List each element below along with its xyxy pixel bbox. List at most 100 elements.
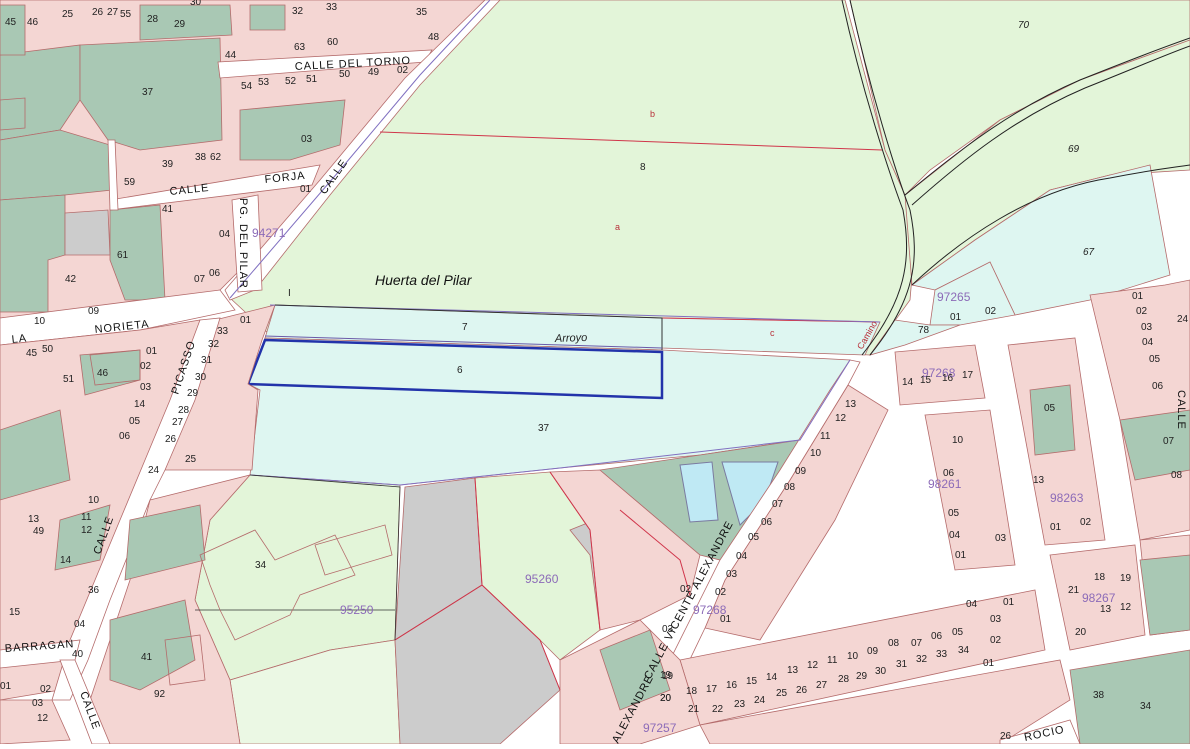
parcel-number-rightblocks: 12	[1120, 602, 1132, 613]
map-canvas: Huerta del Pilar Arroyo Camino 70 69 67 …	[0, 0, 1190, 745]
parcel-number-topleft: 38	[195, 152, 207, 163]
parcel-number-bottom_row2: 01	[983, 658, 995, 669]
parcel-number-rightblocks: 18	[1094, 572, 1106, 583]
parcel-number-leftmid: 05	[129, 416, 141, 427]
parcel-number-leftmid: 33	[217, 326, 229, 337]
parcel-number-leftmid: 14	[134, 399, 146, 410]
parcel-number-bottom_row2: 24	[754, 695, 766, 706]
parcel-78-label: 78	[918, 325, 930, 336]
roman-i-label: I	[288, 288, 291, 299]
parcel-number-bottom_row2: 33	[936, 649, 948, 660]
parcel-number-rightblocks: 06	[1152, 381, 1164, 392]
parcel-number-rightblocks: 05	[948, 508, 960, 519]
parcel-number-bottom_row2: 28	[838, 674, 850, 685]
parcel-number-topleft: 62	[210, 152, 222, 163]
parcel-number-leftmid: 01	[0, 681, 12, 692]
parcel-number-bottom_row1: 17	[706, 684, 718, 695]
parcel-number-rightblocks: 13	[1100, 604, 1112, 615]
parcel-number-topleft: 06	[209, 268, 221, 279]
street-label-la: LA	[11, 332, 28, 346]
parcel-number-along_alexandre: 08	[784, 482, 796, 493]
parcel-37-label: 37	[538, 423, 550, 434]
parcel-number-along_alexandre: 09	[795, 466, 807, 477]
parcel-number-rightblocks: 08	[1171, 470, 1183, 481]
parcel-number-bottom_right: 34	[1140, 701, 1152, 712]
parcel-number-leftmid: 31	[201, 355, 213, 366]
parcel-number-rightblocks: 16	[942, 373, 954, 384]
sub-c-label: c	[770, 328, 775, 338]
parcel-number-bottom_row1: 13	[787, 665, 799, 676]
grey-topleft[interactable]	[64, 209, 111, 256]
garden-9[interactable]	[0, 4, 26, 56]
parcel-number-leftmid: 06	[119, 431, 131, 442]
parcel-number-bottom_row1: 14	[766, 672, 778, 683]
parcel-number-along_alexandre: 13	[845, 399, 857, 410]
parcel-number-topleft: 53	[258, 77, 270, 88]
street-label-calle-right: CALLE	[1175, 390, 1187, 430]
garden-3[interactable]	[0, 129, 113, 201]
parcel-number-rightblocks: 24	[1177, 314, 1189, 325]
parcel-number-topleft: 09	[88, 306, 100, 317]
ref-98263: 98263	[1050, 491, 1084, 505]
parcel-number-leftmid: 41	[141, 652, 153, 663]
parcel-number-bottom_row2: 21	[688, 704, 700, 715]
parcel-number-topleft: 30	[190, 0, 202, 8]
parcel-number-rightblocks: 05	[1044, 403, 1056, 414]
parcel-number-along_alexandre: 10	[810, 448, 822, 459]
parcel-number-along_alexandre: 05	[748, 532, 760, 543]
parcel-number-topleft: 01	[300, 184, 312, 195]
parcel-number-topleft: 54	[241, 81, 253, 92]
ref-97257: 97257	[643, 721, 677, 735]
cadastral-map[interactable]: Huerta del Pilar Arroyo Camino 70 69 67 …	[0, 0, 1190, 745]
parcel-number-bottom_row2: 25	[776, 688, 788, 699]
garden-right-2[interactable]	[1029, 384, 1076, 456]
parcel-number-topleft: 35	[416, 7, 428, 18]
parcel-number-topleft: 33	[326, 2, 338, 13]
garden-8[interactable]	[249, 4, 286, 31]
parcel-number-small_top_right: 02	[985, 306, 997, 317]
parcel-number-topleft: 37	[142, 87, 154, 98]
parcel-number-leftmid: 03	[32, 698, 44, 709]
parcel-number-topleft: 26	[92, 7, 104, 18]
parcel-number-rightblocks: 15	[920, 375, 932, 386]
parcel-number-leftmid: 12	[37, 713, 49, 724]
parcel-number-leftmid: 36	[88, 585, 100, 596]
parcel-number-rightblocks: 19	[1120, 573, 1132, 584]
parcel-number-topleft: 52	[285, 76, 297, 87]
parcel-number-topleft: 55	[120, 9, 132, 20]
parcel-number-leftmid: 15	[9, 607, 21, 618]
ref-98261: 98261	[928, 477, 962, 491]
parcel-number-rightblocks: 01	[955, 550, 967, 561]
parcel-number-bottom_row2: 32	[916, 654, 928, 665]
sub-a-label: a	[615, 222, 620, 232]
parcel-number-bottom_row1: 06	[931, 631, 943, 642]
parcel-number-rightblocks: 04	[949, 530, 961, 541]
parcel-number-rightblocks: 01	[1132, 291, 1144, 302]
parcel-69-label: 69	[1068, 144, 1080, 155]
parcel-number-topleft: 10	[34, 316, 46, 327]
parcel-number-bottom_row1: 18	[686, 686, 698, 697]
parcel-number-topleft: 45	[5, 17, 17, 28]
parcel-number-leftmid: 32	[208, 339, 220, 350]
parcel-number-rightblocks: 06	[943, 468, 955, 479]
parcel-number-topleft: 44	[225, 50, 237, 61]
parcel-number-bottom_row2: 27	[816, 680, 828, 691]
parcel-number-topleft: 27	[107, 7, 119, 18]
parcel-7-label: 7	[462, 322, 468, 333]
parcel-number-leftmid: 03	[140, 382, 152, 393]
parcel-number-topleft: 63	[294, 42, 306, 53]
parcel-number-bottom_row1: 05	[952, 627, 964, 638]
parcel-number-topleft: 32	[292, 6, 304, 17]
parcel-number-bottom_row2: 31	[896, 659, 908, 670]
parcel-number-topleft: 02	[397, 65, 409, 76]
parcel-number-bottom_row1: 09	[867, 646, 879, 657]
parcel-number-bottom_row2: 30	[875, 666, 887, 677]
parcel-70-label: 70	[1018, 20, 1030, 31]
parcel-number-bottom_row2: 26	[796, 685, 808, 696]
ref-95250: 95250	[340, 603, 374, 617]
parcel-number-topleft: 29	[174, 19, 186, 30]
parcel-number-topleft: 42	[65, 274, 77, 285]
parcel-number-topleft: 50	[339, 69, 351, 80]
parcel-number-topleft: 07	[194, 274, 206, 285]
parcel-number-rightblocks: 03	[1141, 322, 1153, 333]
